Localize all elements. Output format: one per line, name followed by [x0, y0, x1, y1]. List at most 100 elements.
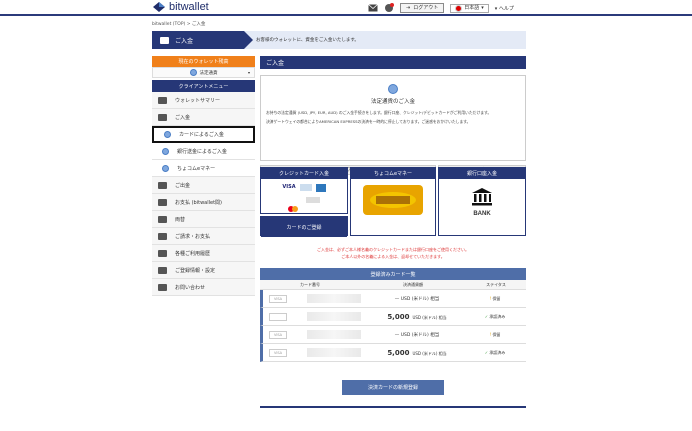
help-link[interactable]: ▾ ヘルプ: [495, 5, 514, 12]
invoice-icon: [158, 232, 167, 240]
status-badge: ✓ 承認済み: [484, 313, 506, 319]
chocom-logo-icon: [363, 185, 423, 215]
deposit-icon: [160, 36, 169, 44]
logout-button[interactable]: ⇥ ログアウト: [400, 3, 445, 13]
card-icon: [164, 131, 171, 138]
top-bar: bitwallet ⇥ ログアウト 日本語 ▾ ▾ ヘルプ: [0, 0, 692, 16]
sidebar-item-label: 銀行送金によるご入金: [177, 148, 227, 155]
chevron-down-icon: ▾: [247, 70, 250, 75]
breadcrumb[interactable]: bitwallet (TOP) > ご入金: [152, 21, 205, 27]
chocom-emoney-button[interactable]: ちょコムeマネー: [350, 167, 436, 236]
exchange-icon: [158, 215, 167, 223]
status-badge: ! 保留: [489, 331, 501, 337]
table-row[interactable]: VISA — USD (米ドル) 相当 ! 保留: [260, 290, 526, 308]
discover-icon: [306, 197, 320, 203]
history-icon: [158, 249, 167, 257]
logo[interactable]: bitwallet: [152, 0, 209, 15]
table-row[interactable]: VISA — USD (米ドル) 相当 ! 保留: [260, 326, 526, 344]
card-brand-icon: VISA: [269, 330, 287, 339]
sidebar-item-label: お支払 (bitwallet間): [175, 199, 222, 206]
info-notice: 決済ゲートウェイの都合によりAMERICAN EXPRESSの決済を一時的に停止…: [266, 119, 471, 124]
sidebar-item-label: カードによるご入金: [179, 132, 224, 138]
sidebar-item-label: ちょコムeマネー: [177, 165, 216, 172]
main-content: ご入金 法定通貨のご入金 お持ちの法定通貨 (USD, JPY, EUR, AU…: [260, 56, 526, 175]
mastercard-icon: [288, 197, 298, 216]
notification-icon[interactable]: [384, 3, 394, 13]
currency-icon: [388, 84, 398, 94]
page-message: お客様のウォレットに、資金をご入金いたします。: [256, 38, 359, 43]
info-title: 法定通貨のご入金: [370, 99, 415, 105]
logout-icon: ⇥: [406, 4, 411, 11]
bank-deposit-button[interactable]: 銀行口座入金 BANK: [438, 167, 526, 236]
deposit-icon: [158, 113, 167, 121]
page-title: ご入金: [175, 37, 194, 45]
register-new-card-button[interactable]: 決済カードの新規登録: [342, 380, 444, 395]
amount: 5,000 USD (米ドル) 相当: [387, 312, 447, 321]
amount: — USD (米ドル) 相当: [394, 296, 440, 302]
table-row[interactable]: 5,000 USD (米ドル) 相当 ✓ 承認済み: [260, 308, 526, 326]
deposit-note: ご入金は、必ずご本人様名義のクレジットカードまたは銀行口座をご使用ください。 ご…: [317, 247, 469, 259]
amex-icon: [315, 184, 326, 192]
sidebar-item[interactable]: ご出金: [152, 177, 255, 194]
registered-cards: 登録済みカード一覧 カード番号 決済通貨額 ステイタス VISA — USD (米…: [260, 268, 526, 362]
credit-card-deposit-button[interactable]: クレジットカード入金 VISA: [260, 167, 348, 214]
page-title-block: ご入金: [152, 31, 253, 49]
deposit-methods: クレジットカード入金 VISA カードのご登録 ちょコムeマネー 銀行口座入金 …: [260, 167, 526, 237]
visa-icon: VISA: [282, 184, 296, 190]
card-brand-icon: [269, 312, 287, 321]
masked-card-number: [307, 312, 361, 321]
currency-select[interactable]: 法定通貨 ▾: [152, 67, 255, 78]
sidebar-item[interactable]: ちょコムeマネー: [152, 160, 255, 177]
status-badge: ✓ 承認済み: [484, 349, 506, 355]
withdraw-icon: [158, 181, 167, 189]
chevron-down-icon: ▾: [481, 4, 484, 11]
sidebar-item[interactable]: お支払 (bitwallet間): [152, 194, 255, 211]
sidebar-item[interactable]: 銀行送金によるご入金: [152, 143, 255, 160]
bitwallet-logo-icon: [153, 2, 165, 12]
sidebar-item[interactable]: ご請求・お支払: [152, 228, 255, 245]
language-select[interactable]: 日本語 ▾: [450, 3, 489, 13]
masked-card-number: [307, 330, 361, 339]
sidebar-item[interactable]: お問い合わせ: [152, 279, 255, 296]
mail-icon[interactable]: [368, 4, 378, 12]
divider: [260, 406, 526, 408]
status-badge: ! 保留: [489, 295, 501, 301]
table-row[interactable]: VISA 5,000 USD (米ドル) 相当 ✓ 承認済み: [260, 344, 526, 362]
table-header: カード番号 決済通貨額 ステイタス: [260, 280, 526, 290]
info-text: お持ちの法定通貨 (USD, JPY, EUR, AUD) のご入金手続きをしま…: [266, 110, 492, 115]
sidebar-item-label: ご入金: [175, 114, 191, 121]
sidebar-item[interactable]: ご登録情報・設定: [152, 262, 255, 279]
bank-icon: BANK: [439, 187, 525, 217]
masked-card-number: [307, 348, 361, 357]
currency-icon: [189, 69, 197, 76]
japan-flag-icon: [455, 4, 463, 12]
sidebar: 現在のウォレット残高 法定通貨 ▾ クライアントメニュー ウォレットサマリー ご入…: [152, 56, 255, 296]
wallet-icon: [158, 96, 167, 104]
card-brand-icon: VISA: [269, 348, 287, 357]
card-register-button[interactable]: カードのご登録: [260, 216, 348, 237]
brand-name: bitwallet: [169, 1, 209, 13]
section-heading: ご入金: [260, 56, 526, 69]
sidebar-item-label: ご請求・お支払: [175, 233, 211, 240]
sidebar-item-label: ご出金: [175, 182, 191, 189]
sidebar-item[interactable]: カードによるご入金: [152, 126, 255, 143]
sidebar-item-label: 両替: [175, 216, 186, 223]
info-box: 法定通貨のご入金 お持ちの法定通貨 (USD, JPY, EUR, AUD) の…: [260, 75, 526, 161]
wallet-balance-heading: 現在のウォレット残高: [152, 56, 255, 67]
sidebar-item[interactable]: 各種ご利用履歴: [152, 245, 255, 262]
amount: 5,000 USD (米ドル) 相当: [387, 348, 447, 357]
sidebar-item[interactable]: ウォレットサマリー: [152, 92, 255, 109]
bank-icon: [162, 147, 169, 155]
jcb-icon: [299, 184, 312, 191]
sidebar-item[interactable]: ご入金: [152, 109, 255, 126]
sidebar-item-label: ウォレットサマリー: [175, 97, 221, 104]
transfer-icon: [158, 198, 167, 206]
emoney-icon: [162, 164, 169, 172]
sidebar-item[interactable]: 両替: [152, 211, 255, 228]
gear-icon: [158, 266, 167, 274]
sidebar-item-label: お問い合わせ: [175, 284, 206, 291]
masked-card-number: [307, 294, 361, 303]
question-icon: [158, 283, 167, 291]
title-bar: ご入金 お客様のウォレットに、資金をご入金いたします。: [152, 31, 526, 49]
client-menu-heading: クライアントメニュー: [152, 80, 255, 92]
